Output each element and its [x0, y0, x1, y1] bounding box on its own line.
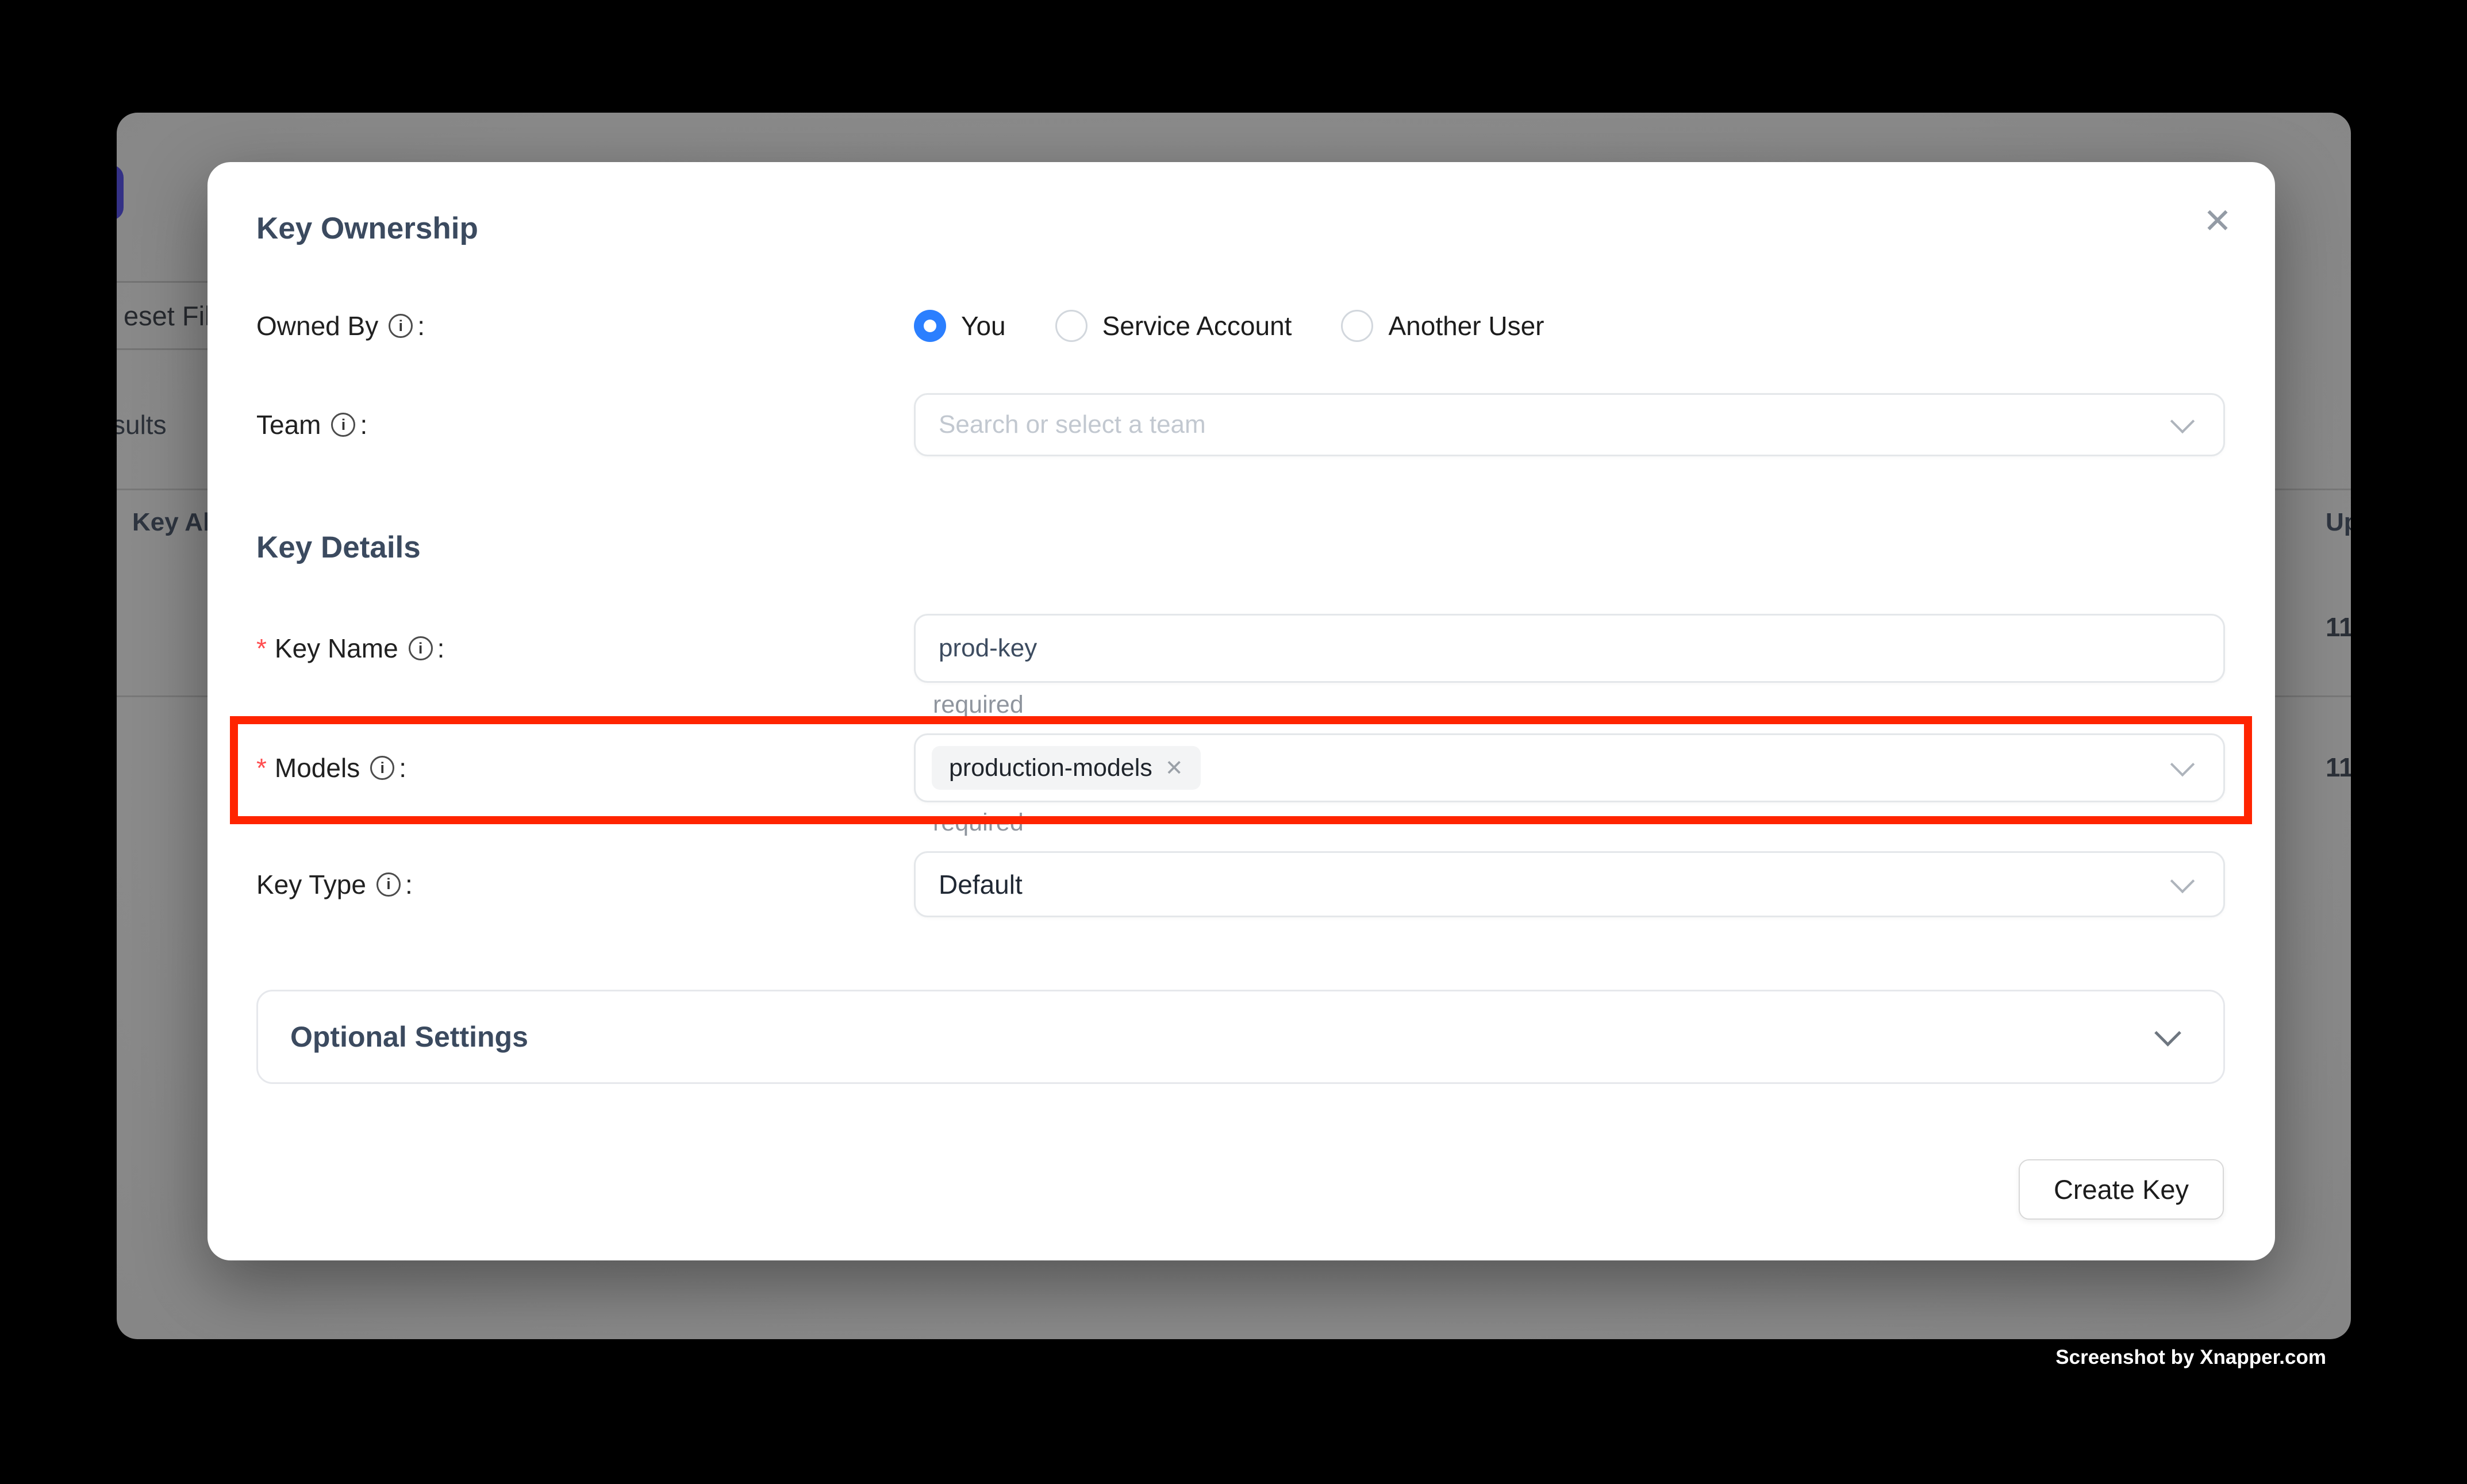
key-name-input[interactable]: prod-key: [914, 614, 2225, 683]
radio-option-service-account[interactable]: Service Account: [1055, 310, 1292, 342]
info-icon[interactable]: i: [331, 413, 355, 437]
modal-title: Key Ownership: [256, 211, 478, 246]
chevron-down-icon: [2170, 868, 2195, 893]
chevron-down-icon: [2170, 752, 2195, 776]
key-type-label-group: Key Type i :: [256, 869, 914, 900]
radio-label: Service Account: [1102, 310, 1292, 341]
owned-by-radio-group: You Service Account Another User: [914, 310, 1544, 342]
label-colon: :: [417, 310, 425, 341]
optional-settings-label: Optional Settings: [290, 1020, 528, 1054]
radio-unselected-icon[interactable]: [1055, 310, 1088, 342]
team-label: Team: [256, 409, 321, 440]
label-colon: :: [360, 409, 367, 440]
create-key-button[interactable]: Create Key: [2019, 1159, 2224, 1220]
models-selected-tag: production-models ✕: [932, 746, 1201, 790]
key-name-value: prod-key: [939, 634, 1037, 663]
radio-selected-icon[interactable]: [914, 310, 946, 342]
close-icon[interactable]: ✕: [2192, 195, 2243, 247]
chevron-down-icon: [2154, 1020, 2181, 1047]
key-type-select[interactable]: Default: [914, 851, 2225, 917]
owned-by-row: Owned By i : You Service Account Another…: [256, 291, 2225, 360]
key-type-value: Default: [939, 869, 1023, 900]
team-select[interactable]: Search or select a team: [914, 393, 2225, 456]
required-asterisk: *: [256, 633, 267, 664]
label-colon: :: [399, 752, 406, 783]
background-date-fragment: 11/: [2326, 612, 2351, 643]
background-date-fragment: 11/: [2326, 752, 2351, 783]
required-asterisk: *: [256, 752, 267, 783]
background-indigo-button-fragment: [117, 165, 124, 220]
screenshot-canvas: eset Filt sults Key Alia Up 11/ 11/ Key …: [0, 0, 2467, 1484]
info-icon[interactable]: i: [376, 872, 401, 897]
key-details-section-title: Key Details: [256, 530, 421, 565]
team-select-placeholder: Search or select a team: [939, 410, 1206, 439]
key-name-required-hint: required: [933, 691, 1024, 719]
label-colon: :: [437, 633, 445, 664]
models-required-hint: required: [933, 809, 1024, 837]
models-tag-label: production-models: [949, 754, 1152, 782]
radio-label: Another User: [1388, 310, 1544, 341]
key-type-label: Key Type: [256, 869, 366, 900]
watermark-text: Screenshot by Xnapper.com: [2055, 1346, 2326, 1369]
owned-by-label: Owned By: [256, 310, 378, 341]
info-icon[interactable]: i: [370, 756, 394, 780]
background-results-fragment: sults: [117, 409, 167, 440]
team-label-group: Team i :: [256, 409, 914, 440]
radio-unselected-icon[interactable]: [1341, 310, 1373, 342]
key-name-label-group: * Key Name i :: [256, 633, 914, 664]
create-key-modal: Key Ownership ✕ Owned By i : You Service…: [207, 162, 2275, 1260]
owned-by-label-group: Owned By i :: [256, 310, 914, 341]
info-icon[interactable]: i: [389, 314, 413, 338]
models-select[interactable]: production-models ✕: [914, 733, 2225, 802]
info-icon[interactable]: i: [409, 636, 433, 660]
chevron-down-icon: [2170, 409, 2195, 433]
models-label-group: * Models i :: [256, 752, 914, 783]
background-updated-header-fragment: Up: [2326, 508, 2351, 537]
key-name-label: Key Name: [275, 633, 398, 664]
reset-filters-fragment-label: eset Filt: [124, 300, 218, 332]
radio-option-you[interactable]: You: [914, 310, 1006, 342]
radio-label: You: [961, 310, 1006, 341]
models-label: Models: [275, 752, 360, 783]
tag-remove-icon[interactable]: ✕: [1165, 755, 1183, 781]
radio-option-another-user[interactable]: Another User: [1341, 310, 1544, 342]
optional-settings-panel[interactable]: Optional Settings: [256, 990, 2225, 1084]
label-colon: :: [405, 869, 413, 900]
